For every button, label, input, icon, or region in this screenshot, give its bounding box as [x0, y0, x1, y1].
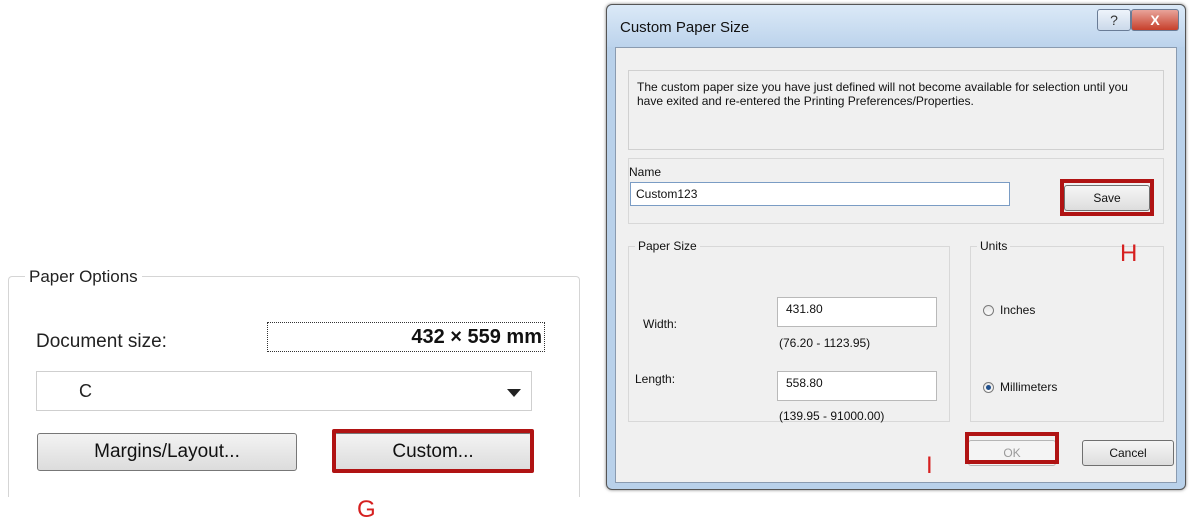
custom-paper-size-dialog: Custom Paper Size ? X The custom paper s…: [606, 4, 1186, 490]
margins-layout-button[interactable]: Margins/Layout...: [37, 433, 297, 471]
name-label: Name: [629, 165, 662, 179]
paper-size-selected: C: [79, 381, 92, 401]
paper-options-legend: Paper Options: [25, 267, 142, 287]
cancel-button[interactable]: Cancel: [1082, 440, 1174, 466]
width-label: Width:: [643, 317, 678, 331]
ok-button-highlight: [965, 432, 1059, 464]
close-icon: X: [1150, 12, 1160, 28]
units-group: Units Inches Millimeters: [970, 239, 1164, 422]
chevron-down-icon: [507, 389, 521, 397]
marker-i: I: [926, 452, 933, 479]
paper-size-group: Paper Size Width: 431.80 (76.20 - 1123.9…: [628, 239, 950, 423]
length-input[interactable]: 558.80: [777, 371, 937, 401]
document-size-value: 432 × 559 mm: [267, 322, 545, 352]
close-button[interactable]: X: [1131, 9, 1179, 31]
dialog-title: Custom Paper Size: [620, 19, 750, 36]
marker-h: H: [1120, 240, 1138, 267]
help-icon: ?: [1110, 12, 1118, 28]
paper-options-group: Paper Options Document size: 432 × 559 m…: [8, 267, 580, 497]
width-range: (76.20 - 1123.95): [779, 336, 871, 350]
custom-button-highlight: [332, 429, 534, 473]
length-label: Length:: [635, 372, 676, 386]
info-message: The custom paper size you have just defi…: [628, 70, 1164, 150]
marker-g: G: [357, 496, 376, 523]
paper-size-dropdown[interactable]: C: [36, 371, 532, 411]
units-group-title: Units: [977, 239, 1011, 253]
save-button-highlight: [1060, 179, 1154, 216]
width-input[interactable]: 431.80: [777, 297, 937, 327]
dialog-titlebar: Custom Paper Size ? X: [607, 5, 1185, 47]
inches-label: Inches: [1000, 303, 1036, 317]
document-size-label: Document size:: [36, 331, 167, 352]
millimeters-label: Millimeters: [1000, 380, 1058, 394]
millimeters-radio[interactable]: Millimeters: [983, 380, 1057, 394]
help-button[interactable]: ?: [1097, 9, 1131, 31]
inches-radio[interactable]: Inches: [983, 303, 1035, 317]
radio-unchecked-icon: [983, 304, 994, 316]
length-range: (139.95 - 91000.00): [779, 409, 885, 423]
radio-checked-icon: [983, 381, 994, 393]
name-input[interactable]: Custom123: [630, 182, 1010, 206]
paper-size-group-title: Paper Size: [635, 239, 700, 253]
dialog-client-area: The custom paper size you have just defi…: [615, 47, 1177, 483]
